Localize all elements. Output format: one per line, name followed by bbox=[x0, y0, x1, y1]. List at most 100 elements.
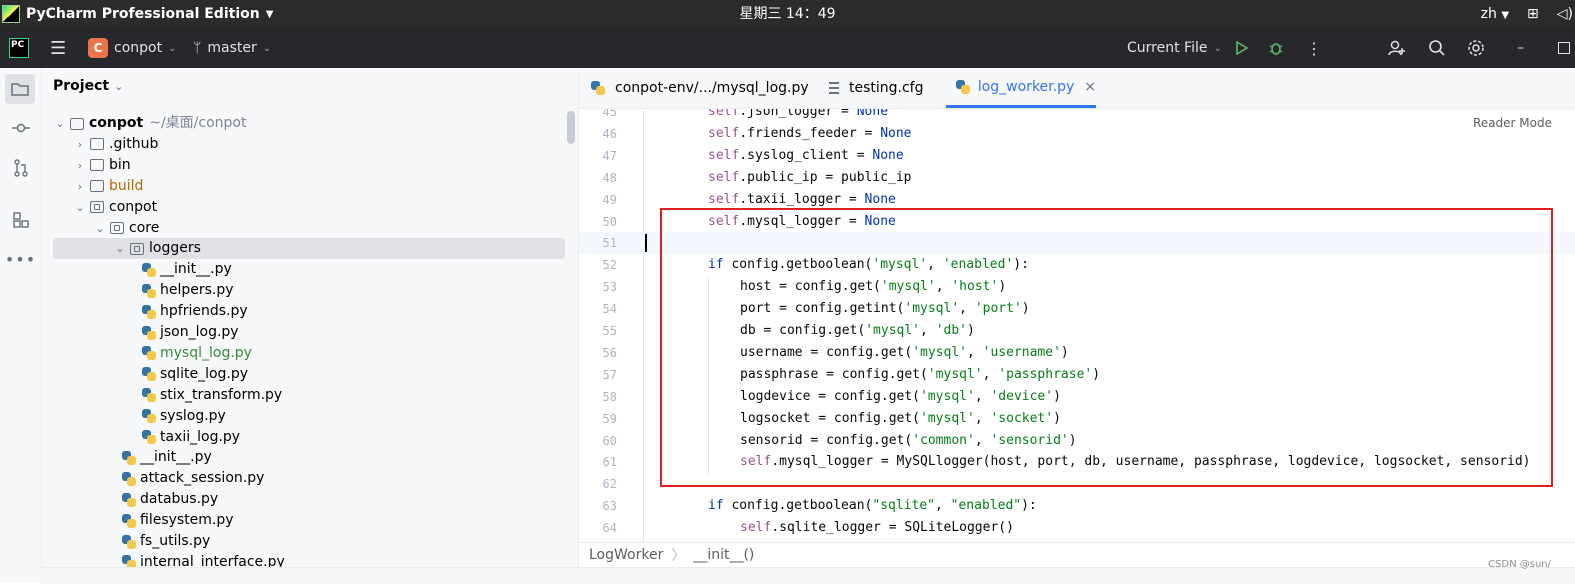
reader-mode-toggle[interactable]: Reader Mode bbox=[1473, 116, 1552, 130]
code-line[interactable]: 47 self.syslog_client = None bbox=[579, 145, 1575, 167]
project-panel-title[interactable]: Project ⌄ bbox=[53, 78, 123, 94]
tree-item[interactable]: syslog.py bbox=[42, 406, 578, 427]
tree-item[interactable]: __init__.py bbox=[42, 447, 578, 468]
breadcrumb-class[interactable]: LogWorker bbox=[589, 547, 663, 563]
tree-item[interactable]: databus.py bbox=[42, 489, 578, 510]
chevron-down-icon: ▼ bbox=[1501, 10, 1510, 21]
tree-item[interactable]: › bin bbox=[42, 155, 578, 176]
tree-item-label: internal_interface.py bbox=[140, 553, 285, 567]
python-file-icon bbox=[591, 81, 605, 95]
code-line[interactable]: 48 self.public_ip = public_ip bbox=[579, 167, 1575, 189]
commit-icon bbox=[11, 123, 30, 133]
python-file-icon bbox=[956, 79, 970, 94]
maximize-button[interactable] bbox=[1558, 28, 1570, 68]
folder-icon bbox=[90, 159, 104, 172]
code-line[interactable]: 64 self.sqlite_logger = SQLiteLogger() bbox=[579, 517, 1575, 539]
network-icon[interactable]: ⊞ bbox=[1527, 6, 1539, 22]
tree-item[interactable]: ⌄ loggers bbox=[53, 238, 565, 260]
chevron-right-icon[interactable]: › bbox=[74, 176, 86, 197]
tree-item[interactable]: attack_session.py bbox=[42, 468, 578, 489]
code-line[interactable]: 46 self.friends_feeder = None bbox=[579, 123, 1575, 145]
search-button[interactable] bbox=[1428, 28, 1446, 68]
line-number: 49 bbox=[602, 192, 617, 207]
run-button[interactable] bbox=[1235, 28, 1249, 68]
branch-selector[interactable]: ᛘ master ⌄ bbox=[193, 28, 271, 68]
system-clock[interactable]: 星期三 14：49 bbox=[0, 0, 1575, 28]
project-panel-title-label: Project bbox=[53, 78, 110, 94]
tab-label: log_worker.py bbox=[977, 78, 1075, 95]
watermark: CSDN @sun/ bbox=[1488, 559, 1551, 570]
breadcrumb-method[interactable]: __init__() bbox=[693, 547, 754, 563]
tree-item[interactable]: stix_transform.py bbox=[42, 385, 578, 406]
commit-tool-button[interactable] bbox=[0, 113, 41, 143]
pull-requests-tool-button[interactable] bbox=[0, 153, 41, 183]
project-tool-button[interactable] bbox=[5, 74, 35, 104]
tree-item[interactable]: mysql_log.py bbox=[42, 343, 578, 364]
chevron-right-icon[interactable]: › bbox=[74, 134, 86, 155]
project-scrollbar[interactable] bbox=[567, 111, 575, 144]
tree-item[interactable]: › build bbox=[42, 176, 578, 197]
tree-item[interactable]: ⌄ core bbox=[42, 218, 578, 239]
tree-item-label: build bbox=[109, 177, 144, 194]
tree-item[interactable]: hpfriends.py bbox=[42, 301, 578, 322]
python-file-icon bbox=[142, 367, 156, 382]
tab-log-worker[interactable]: log_worker.py × bbox=[946, 68, 1096, 108]
tree-item[interactable]: ⌄ conpot ~/桌面/conpot bbox=[42, 113, 578, 134]
config-file-icon bbox=[829, 82, 839, 94]
tab-testing-cfg[interactable]: testing.cfg bbox=[829, 68, 924, 108]
tree-item-label: stix_transform.py bbox=[160, 386, 283, 403]
pull-request-icon bbox=[13, 159, 28, 177]
tree-item-label: __init__.py bbox=[140, 449, 212, 466]
more-tool-windows-button[interactable]: ••• bbox=[0, 244, 41, 274]
tree-item[interactable]: › .github bbox=[42, 134, 578, 155]
main-menu-button[interactable]: ☰ bbox=[50, 28, 66, 68]
add-collaborator-button[interactable] bbox=[1388, 28, 1406, 68]
folder-icon bbox=[70, 117, 84, 130]
more-actions-button[interactable]: ⋮ bbox=[1306, 28, 1322, 68]
line-number: 57 bbox=[602, 367, 617, 382]
code-line[interactable]: 63 if config.getboolean("sqlite", "enable… bbox=[579, 495, 1575, 517]
line-number: 59 bbox=[602, 411, 617, 426]
python-file-icon bbox=[142, 388, 156, 403]
tree-item[interactable]: sqlite_log.py bbox=[42, 364, 578, 385]
close-tab-icon[interactable]: × bbox=[1084, 79, 1096, 95]
chevron-right-icon[interactable]: › bbox=[74, 155, 86, 176]
tree-item[interactable]: taxii_log.py bbox=[42, 427, 578, 448]
minimize-button[interactable]: – bbox=[1517, 28, 1524, 68]
add-user-icon bbox=[1388, 40, 1405, 56]
line-number: 55 bbox=[602, 324, 617, 338]
tab-mysql-log[interactable]: conpot-env/.../mysql_log.py bbox=[591, 68, 809, 108]
project-selector[interactable]: C conpot ⌄ bbox=[88, 28, 176, 68]
language-indicator[interactable]: zh ▼ bbox=[1481, 6, 1509, 22]
tree-item[interactable]: __init__.py bbox=[42, 259, 578, 280]
tree-item[interactable]: ⌄ conpot bbox=[42, 197, 578, 218]
ide-logo[interactable]: PC bbox=[9, 28, 29, 68]
python-file-icon bbox=[142, 304, 156, 319]
run-config-selector[interactable]: Current File ⌄ bbox=[1127, 28, 1222, 68]
project-panel: Project ⌄ ⌄ conpot ~/桌面/conpot › .github › bin… bbox=[42, 68, 579, 567]
tree-item-label: databus.py bbox=[140, 491, 219, 508]
project-name: conpot bbox=[114, 40, 163, 56]
language-label: zh bbox=[1480, 6, 1497, 22]
python-file-icon bbox=[122, 555, 136, 567]
chevron-down-icon[interactable]: ⌄ bbox=[114, 238, 126, 259]
breadcrumb-separator-icon: 〉 bbox=[671, 548, 686, 564]
tree-item-label: fs_utils.py bbox=[140, 533, 211, 549]
volume-icon[interactable]: ◁) bbox=[1557, 6, 1573, 22]
tree-item-label: bin bbox=[109, 156, 131, 173]
tree-item[interactable]: filesystem.py bbox=[42, 510, 578, 531]
chevron-down-icon[interactable]: ⌄ bbox=[74, 197, 86, 218]
code-line[interactable]: 45 self.json_logger = None bbox=[579, 109, 1575, 123]
chevron-down-icon[interactable]: ⌄ bbox=[94, 218, 106, 239]
structure-tool-button[interactable] bbox=[0, 205, 41, 235]
tree-item[interactable]: helpers.py bbox=[42, 280, 578, 301]
tree-item[interactable]: json_log.py bbox=[42, 322, 578, 343]
debug-button[interactable] bbox=[1268, 28, 1284, 68]
pycharm-pc-icon: PC bbox=[9, 38, 29, 58]
settings-button[interactable] bbox=[1467, 28, 1485, 68]
python-file-icon bbox=[122, 513, 136, 528]
line-number: 51 bbox=[602, 236, 617, 251]
chevron-down-icon[interactable]: ⌄ bbox=[54, 113, 66, 134]
tree-item[interactable]: internal_interface.py bbox=[42, 552, 578, 567]
tree-item[interactable]: fs_utils.py bbox=[42, 531, 578, 552]
